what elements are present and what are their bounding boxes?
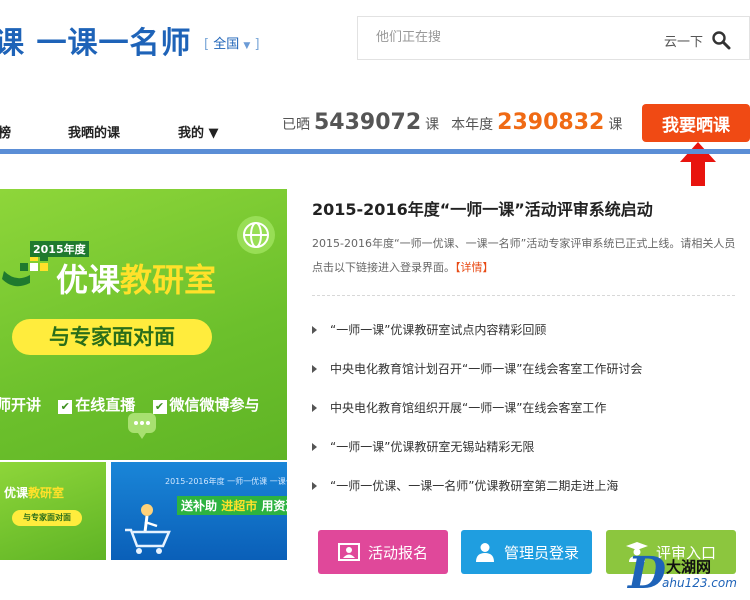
banner-thumb-1[interactable]: 优课教研室 与专家面对面 bbox=[0, 462, 106, 560]
shopping-cart-icon bbox=[125, 504, 171, 554]
stats-year-unit: 课 bbox=[608, 117, 623, 133]
news-item-label: 中央电化教育馆组织开展“一师一课”在线会客室工作 bbox=[330, 401, 607, 415]
news-item[interactable]: 中央电化教育馆计划召开“一师一课”在线会客室工作研讨会 bbox=[312, 359, 642, 398]
thumb-slogan-c: 用资源 bbox=[261, 499, 287, 513]
admin-login-button-label: 管理员登录 bbox=[503, 543, 579, 562]
banner-title-white: 优课 bbox=[56, 261, 121, 299]
news-item-label: “一师一课”优课教研室无锡站精彩无限 bbox=[330, 440, 535, 454]
thumb-caption: 2015-2016年度 一师一优课 一课一名师 bbox=[165, 477, 287, 486]
chat-icon bbox=[128, 413, 156, 439]
search-input[interactable] bbox=[376, 30, 626, 45]
banner-feature: 师开讲 bbox=[0, 396, 42, 414]
chevron-down-icon: ▼ bbox=[243, 41, 251, 51]
stats-year-label: 本年度 bbox=[451, 117, 494, 133]
dashed-divider bbox=[312, 295, 735, 296]
bullet-icon bbox=[312, 404, 317, 412]
stats-prefix: 已晒 bbox=[282, 117, 310, 133]
share-lesson-button[interactable]: 我要晒课 bbox=[642, 104, 750, 142]
stats-counter: 已晒 5439072 课 本年度 2390832 课 bbox=[282, 110, 622, 135]
thumb-slogan-a: 送补助 bbox=[181, 499, 218, 513]
nav-divider-bar bbox=[0, 149, 750, 154]
news-description: 2015-2016年度“一师一优课、一课一名师”活动专家评审系统已正式上线。请相… bbox=[312, 232, 742, 280]
thumb-slogan-b: 进超市 bbox=[221, 499, 258, 513]
admin-login-button[interactable]: 管理员登录 bbox=[461, 530, 592, 574]
banner-feature: 微信微博参与 bbox=[169, 396, 260, 414]
thumb-title-yellow: 教研室 bbox=[28, 486, 65, 500]
bullet-icon bbox=[312, 365, 317, 373]
promo-banner[interactable]: 2015年度 优课教研室 与专家面对面 师开讲 ✔ 在线直播 ✔ 微信微博参与 bbox=[0, 189, 287, 460]
search-icon bbox=[712, 31, 731, 50]
news-item-label: “一师一课”优课教研室试点内容精彩回顾 bbox=[330, 323, 547, 337]
banner-subtitle: 与专家面对面 bbox=[12, 319, 212, 355]
globe-icon bbox=[237, 216, 275, 254]
user-icon bbox=[475, 543, 494, 562]
thumb-title: 优课教研室 bbox=[4, 484, 64, 501]
news-description-text: 2015-2016年度“一师一优课、一课一名师”活动专家评审系统已正式上线。请相… bbox=[312, 237, 736, 274]
news-item-label: 中央电化教育馆计划召开“一师一课”在线会客室工作研讨会 bbox=[330, 362, 643, 376]
nav-item-my-menu[interactable]: 我的 ▼ bbox=[178, 122, 219, 141]
search-button[interactable]: 云一下 bbox=[664, 29, 731, 51]
site-logo[interactable]: 课 一课一名师 bbox=[0, 18, 191, 62]
bullet-icon bbox=[312, 443, 317, 451]
check-icon: ✔ bbox=[58, 400, 73, 414]
news-item[interactable]: “一师一课”优课教研室试点内容精彩回顾 bbox=[312, 320, 642, 359]
thumb-title-white: 优课 bbox=[4, 486, 29, 500]
watermark-logo: D 大湖网 ahu123.com bbox=[628, 548, 746, 599]
news-list: “一师一课”优课教研室试点内容精彩回顾 中央电化教育馆计划召开“一师一课”在线会… bbox=[312, 320, 642, 515]
nav-item-ranking[interactable]: 榜 bbox=[0, 122, 11, 141]
signup-button[interactable]: 活动报名 bbox=[318, 530, 448, 574]
watermark-letter: D bbox=[628, 548, 667, 599]
region-selector[interactable]: [ 全国 ▼ ] bbox=[204, 33, 260, 52]
watermark-url: ahu123.com bbox=[662, 576, 737, 590]
stats-unit: 课 bbox=[425, 117, 440, 133]
banner-title: 优课教研室 bbox=[56, 255, 216, 301]
search-box: 云一下 bbox=[357, 16, 750, 60]
region-bracket-close: ] bbox=[254, 37, 260, 52]
bullet-icon bbox=[312, 482, 317, 490]
banner-thumb-2[interactable]: 2015-2016年度 一师一优课 一课一名师 送补助 进超市 用资源 bbox=[111, 462, 287, 560]
news-item[interactable]: “一师一优课、一课一名师”优课教研室第二期走进上海 bbox=[312, 476, 642, 515]
news-item[interactable]: 中央电化教育馆组织开展“一师一课”在线会客室工作 bbox=[312, 398, 642, 437]
thumb-slogan: 送补助 进超市 用资源 bbox=[177, 496, 287, 515]
details-link[interactable]: 【详情】 bbox=[455, 261, 494, 274]
search-button-label: 云一下 bbox=[664, 34, 704, 50]
watermark-name: 大湖网 bbox=[666, 558, 712, 576]
bullet-icon bbox=[312, 326, 317, 334]
stats-year-total: 2390832 bbox=[497, 110, 605, 135]
banner-title-yellow: 教研室 bbox=[120, 261, 217, 299]
region-bracket-open: [ bbox=[204, 37, 210, 52]
news-item[interactable]: “一师一课”优课教研室无锡站精彩无限 bbox=[312, 437, 642, 476]
news-item-label: “一师一优课、一课一名师”优课教研室第二期走进上海 bbox=[330, 479, 619, 493]
region-label: 全国 bbox=[213, 37, 240, 52]
stats-total: 5439072 bbox=[314, 110, 422, 135]
nav-item-my-shared[interactable]: 我晒的课 bbox=[68, 122, 120, 141]
thumb-subtitle: 与专家面对面 bbox=[12, 510, 82, 526]
news-headline[interactable]: 2015-2016年度“一师一课”活动评审系统启动 bbox=[312, 196, 653, 220]
id-card-icon bbox=[337, 543, 360, 561]
signup-button-label: 活动报名 bbox=[367, 543, 428, 562]
